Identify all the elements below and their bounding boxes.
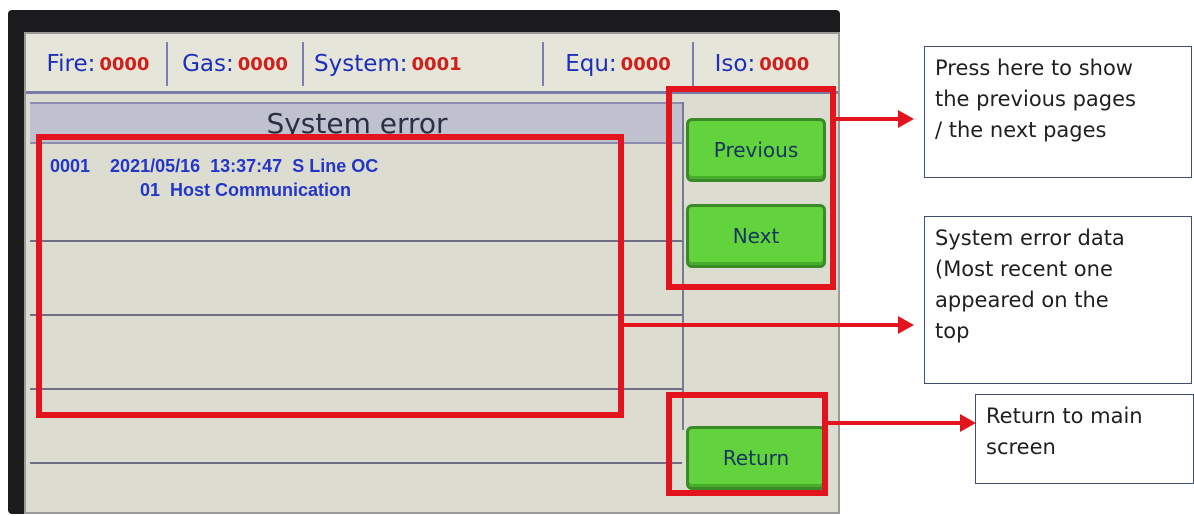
callout-nav: Press here to show the previous pages / …: [924, 46, 1192, 178]
callout-nav-line: the previous pages: [935, 87, 1136, 111]
callout-return-line: Return to main: [986, 404, 1143, 428]
arrow-nav-callout: [836, 110, 914, 128]
highlight-nav-buttons: [666, 86, 836, 290]
status-isolation[interactable]: Iso: 0000: [694, 42, 830, 86]
highlight-error-list: [36, 134, 624, 418]
highlight-return-button: [666, 392, 828, 496]
callout-nav-line: / the next pages: [935, 118, 1107, 142]
status-gas[interactable]: Gas: 0000: [168, 42, 304, 86]
status-system-count: 0001: [411, 53, 462, 75]
status-isolation-label: Iso:: [714, 51, 756, 77]
callout-data-line: appeared on the: [935, 288, 1109, 312]
callout-nav-line: Press here to show: [935, 56, 1133, 80]
status-system[interactable]: System: 0001: [304, 42, 544, 86]
status-bar: Fire: 0000 Gas: 0000 System: 0001 Equ: 0…: [26, 34, 838, 94]
status-equipment-label: Equ:: [565, 51, 617, 77]
arrow-data-callout: [624, 316, 914, 334]
callout-return: Return to main screen: [975, 394, 1194, 484]
status-equipment-count: 0000: [620, 53, 671, 75]
callout-data: System error data (Most recent one appea…: [924, 216, 1192, 384]
callout-data-line: System error data: [935, 226, 1125, 250]
callout-data-line: (Most recent one: [935, 257, 1113, 281]
callout-return-line: screen: [986, 435, 1056, 459]
status-fire-label: Fire:: [46, 51, 96, 77]
status-isolation-count: 0000: [759, 53, 810, 75]
callout-data-line: top: [935, 319, 970, 343]
status-equipment[interactable]: Equ: 0000: [544, 42, 694, 86]
status-system-label: System:: [314, 51, 408, 77]
arrow-return-callout: [828, 414, 976, 432]
status-fire[interactable]: Fire: 0000: [30, 42, 168, 86]
status-gas-count: 0000: [237, 53, 288, 75]
status-fire-count: 0000: [99, 53, 150, 75]
status-gas-label: Gas:: [182, 51, 234, 77]
